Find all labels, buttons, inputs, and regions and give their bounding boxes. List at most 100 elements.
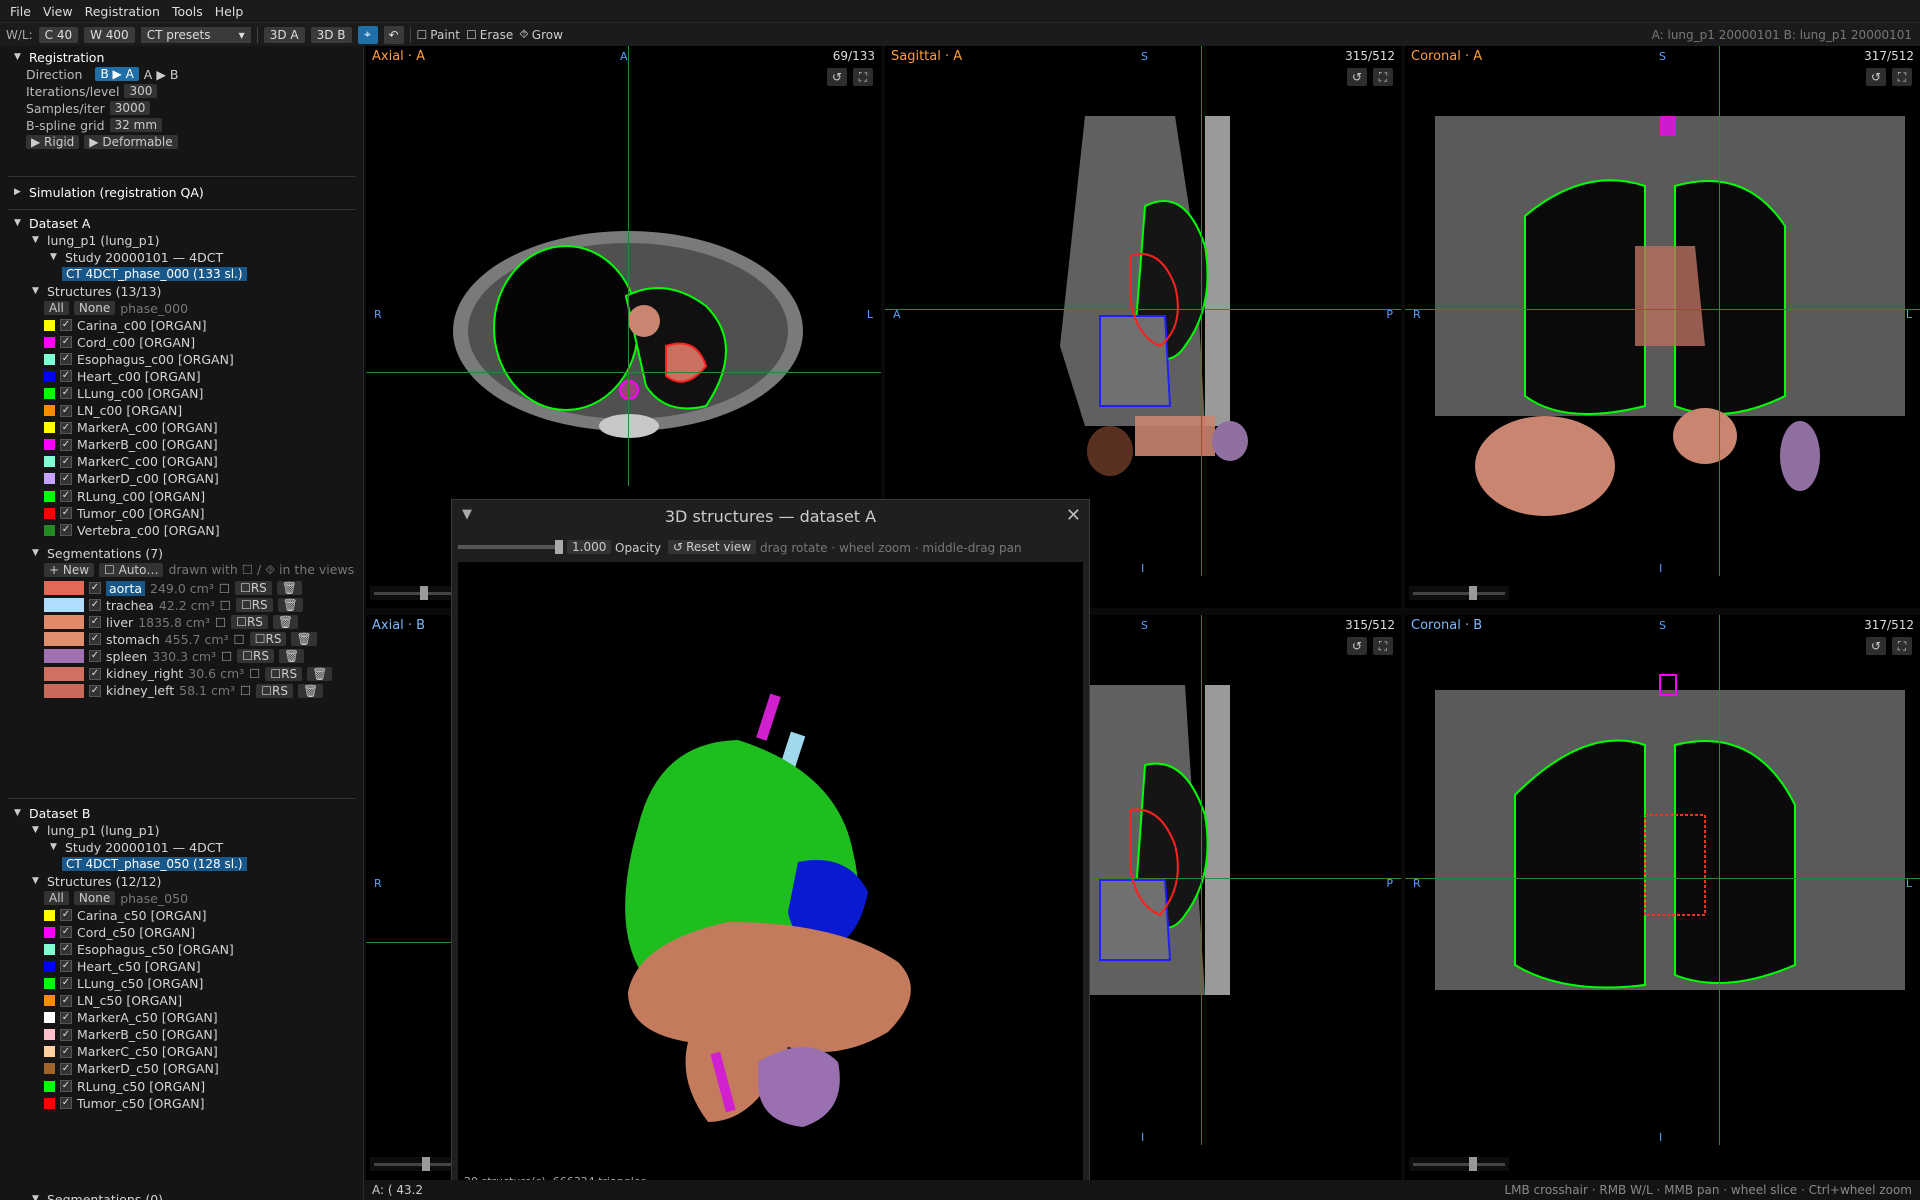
segmentations-a-header[interactable]: ▼ Segmentations (7) [32,544,163,562]
visibility-checkbox[interactable]: ✓ [60,353,72,366]
checkbox-icon[interactable]: ☐ [215,615,226,630]
structure-row[interactable]: ✓ MarkerB_c50 [ORGAN] [44,1026,218,1044]
3d-a-button[interactable]: 3D A [263,26,305,43]
checkbox-icon[interactable]: ☐ [240,683,251,698]
visibility-checkbox[interactable]: ✓ [60,387,72,400]
visibility-checkbox[interactable]: ✓ [60,421,72,434]
study-b-node[interactable]: ▼ Study 20000101 — 4DCT [50,838,223,856]
segmentation-color-swatch[interactable] [44,649,84,664]
rigid-button[interactable]: ▶ Rigid [26,135,80,149]
slider-knob[interactable] [420,586,428,600]
erase-tool[interactable]: ☐ Erase [466,28,513,42]
checkbox-icon[interactable]: ☐ [220,598,231,613]
visibility-checkbox[interactable]: ✓ [60,1062,72,1075]
menu-file[interactable]: File [4,4,37,19]
structure-row[interactable]: ✓ MarkerD_c50 [ORGAN] [44,1060,219,1078]
trash-icon[interactable]: 🗑 [307,666,333,681]
menu-help[interactable]: Help [209,4,250,19]
structure-row[interactable]: ✓ Tumor_c50 [ORGAN] [44,1094,205,1112]
visibility-checkbox[interactable]: ✓ [60,1028,72,1041]
segmentations-b-header[interactable]: ▼ Segmentations (0) [32,1190,163,1200]
segmentation-color-swatch[interactable] [44,598,84,613]
all-button[interactable]: All [44,301,69,315]
slider-knob[interactable] [422,1157,430,1171]
segmentation-color-swatch[interactable] [44,615,84,630]
study-a-node[interactable]: ▼ Study 20000101 — 4DCT [50,248,223,266]
checkbox-icon[interactable]: ☐ [221,649,232,664]
segmentation-name[interactable]: liver [106,615,133,630]
segmentation-name[interactable]: trachea [106,598,154,613]
all-button[interactable]: All [44,891,69,905]
trash-icon[interactable]: 🗑 [291,632,317,647]
series-b-node[interactable]: CT 4DCT_phase_050 (128 sl.) [62,855,247,873]
segmentation-row[interactable]: ✓ trachea 42.2 cm³ ☐ ☐RS 🗑 [44,596,303,614]
render-canvas-3d[interactable]: 20 structure(s), 666324 triangles [458,562,1083,1192]
slice-slider[interactable] [1409,1157,1509,1171]
visibility-checkbox[interactable]: ✓ [60,336,72,349]
slice-slider[interactable] [1409,586,1509,600]
visibility-checkbox[interactable]: ✓ [60,472,72,485]
none-button[interactable]: None [73,891,116,905]
menu-registration[interactable]: Registration [79,4,166,19]
rs-export-button[interactable]: ☐RS [237,649,274,664]
direction-a-to-b[interactable]: A ▶ B [144,67,179,82]
rs-export-button[interactable]: ☐RS [235,598,273,613]
visibility-checkbox[interactable]: ✓ [60,370,72,383]
segmentation-row[interactable]: ✓ stomach 455.7 cm³ ☐ ☐RS 🗑 [44,630,317,648]
structure-row[interactable]: ✓ MarkerA_c00 [ORGAN] [44,419,218,437]
ct-presets-select[interactable]: CT presets ▾ [140,26,251,43]
slider-knob[interactable] [1469,586,1477,600]
iterations-input[interactable]: 300 [124,84,158,98]
segmentation-name[interactable]: kidney_left [106,683,174,698]
checkbox-icon[interactable]: ☐ [219,581,230,596]
menu-tools[interactable]: Tools [166,4,209,19]
trash-icon[interactable]: 🗑 [276,581,303,595]
structure-row[interactable]: ✓ LLung_c50 [ORGAN] [44,974,203,992]
slider-knob[interactable] [1469,1157,1477,1171]
visibility-checkbox[interactable]: ✓ [89,599,101,612]
visibility-checkbox[interactable]: ✓ [60,438,72,451]
grid-input[interactable]: 32 mm [109,118,163,132]
visibility-checkbox[interactable]: ✓ [60,490,72,502]
segmentation-color-swatch[interactable] [44,683,84,698]
rs-export-button[interactable]: ☐RS [249,632,287,647]
structure-row[interactable]: ✓ Cord_c50 [ORGAN] [44,923,195,941]
samples-input[interactable]: 3000 [109,101,151,115]
visibility-checkbox[interactable]: ✓ [60,455,72,468]
viewport-coronal-b[interactable]: Coronal · B 317/512 ↺ ⛶ S R L I [1405,615,1920,1180]
structure-row[interactable]: ✓ RLung_c50 [ORGAN] [44,1077,205,1095]
opacity-slider[interactable] [458,540,563,554]
reset-view-button[interactable]: ↺ Reset view [668,540,757,554]
3d-b-button[interactable]: 3D B [310,26,352,43]
menu-view[interactable]: View [37,4,79,19]
segmentation-name[interactable]: stomach [106,632,160,647]
direction-b-to-a[interactable]: B ▶ A [95,67,139,81]
visibility-checkbox[interactable]: ✓ [60,926,72,939]
visibility-checkbox[interactable]: ✓ [89,650,101,663]
patient-b-node[interactable]: ▼ lung_p1 (lung_p1) [32,821,160,839]
structure-row[interactable]: ✓ Vertebra_c00 [ORGAN] [44,521,220,539]
visibility-checkbox[interactable]: ✓ [60,1097,72,1110]
viewport-coronal-a[interactable]: Coronal · A 317/512 ↺ ⛶ S R L I [1405,46,1920,608]
none-button[interactable]: None [73,301,116,315]
structure-row[interactable]: ✓ Tumor_c00 [ORGAN] [44,504,205,522]
structures-b-header[interactable]: ▼ Structures (12/12) [32,872,161,890]
structure-row[interactable]: ✓ RLung_c00 [ORGAN] [44,487,205,505]
structure-row[interactable]: ✓ Heart_c50 [ORGAN] [44,957,201,975]
visibility-checkbox[interactable]: ✓ [60,404,72,417]
structure-row[interactable]: ✓ Carina_c50 [ORGAN] [44,906,206,924]
structure-row[interactable]: ✓ MarkerC_c00 [ORGAN] [44,453,218,471]
trash-icon[interactable]: 🗑 [297,683,324,698]
rs-export-button[interactable]: ☐RS [235,581,272,595]
visibility-checkbox[interactable]: ✓ [60,1011,72,1024]
structure-row[interactable]: ✓ LN_c50 [ORGAN] [44,992,182,1010]
structures-a-header[interactable]: ▼ Structures (13/13) [32,282,161,300]
segmentation-name[interactable]: kidney_right [106,666,183,681]
visibility-checkbox[interactable]: ✓ [60,524,72,537]
structure-row[interactable]: ✓ MarkerB_c00 [ORGAN] [44,436,218,454]
segmentation-row[interactable]: ✓ aorta 249.0 cm³ ☐ ☐RS 🗑 [44,579,303,597]
patient-a-node[interactable]: ▼ lung_p1 (lung_p1) [32,231,160,249]
trash-icon[interactable]: 🗑 [277,598,303,613]
rs-export-button[interactable]: ☐RS [256,683,293,698]
undo-icon[interactable]: ↶ [383,25,404,44]
